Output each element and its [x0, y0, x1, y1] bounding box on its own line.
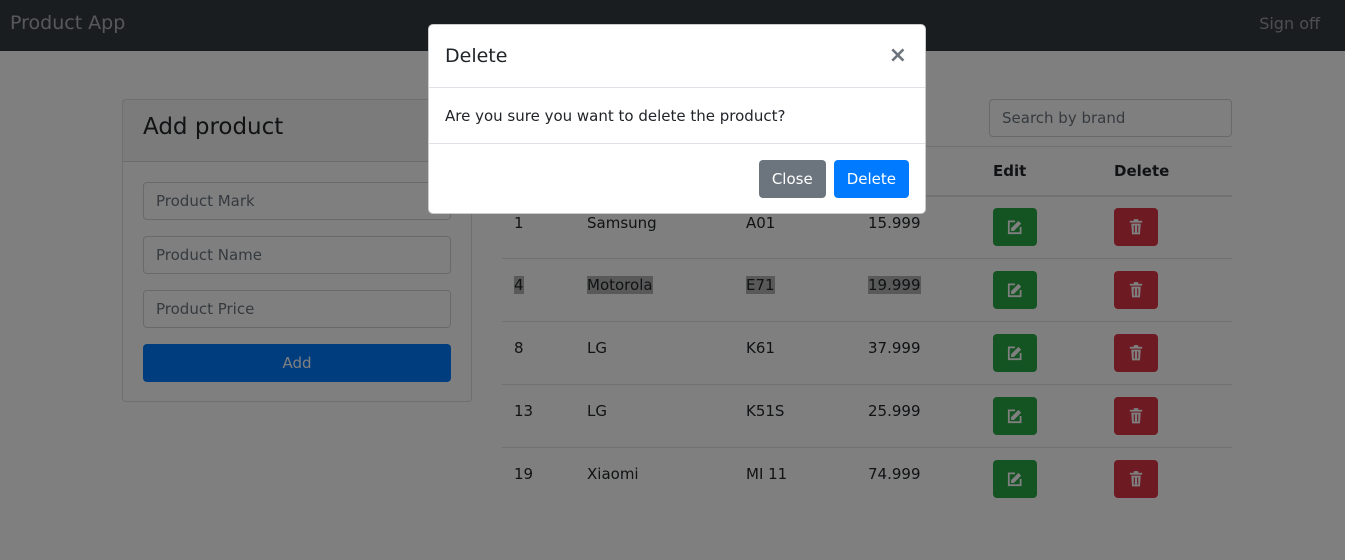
modal-footer: Close Delete [429, 144, 925, 213]
modal-header: Delete × [429, 25, 925, 88]
delete-modal: Delete × Are you sure you want to delete… [428, 24, 926, 214]
close-button[interactable]: Close [758, 159, 826, 198]
modal-title: Delete [445, 45, 508, 67]
modal-message: Are you sure you want to delete the prod… [445, 106, 786, 125]
delete-button[interactable]: Delete [833, 159, 909, 198]
modal-body: Are you sure you want to delete the prod… [429, 88, 925, 144]
close-icon[interactable]: × [889, 45, 909, 67]
